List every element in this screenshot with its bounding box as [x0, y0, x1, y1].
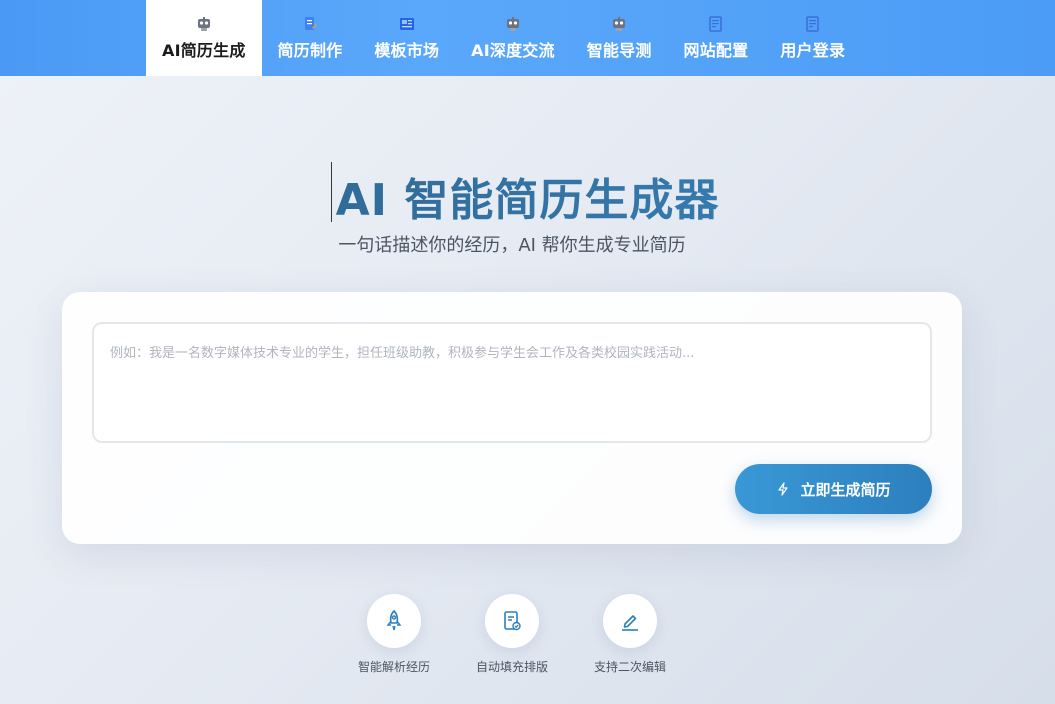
feature-icon-circle: [367, 594, 421, 648]
feature-auto-layout: 自动填充排版: [462, 594, 562, 675]
nav-label: AI深度交流: [471, 40, 555, 60]
generate-resume-button[interactable]: 立即生成简历: [735, 464, 932, 514]
experience-input[interactable]: 例如：我是一名数字媒体技术专业的学生，担任班级助教，积极参与学生会工作及各类校园…: [92, 322, 932, 443]
feature-re-edit: 支持二次编辑: [580, 594, 680, 675]
nav-label: 网站配置: [683, 40, 749, 60]
nav-item-site-config[interactable]: 网站配置: [668, 0, 765, 76]
lightning-icon: [778, 482, 789, 496]
nav-item-ai-resume[interactable]: AI简历生成: [146, 0, 262, 76]
feature-icon-circle: [485, 594, 539, 648]
pencil-icon: [622, 615, 638, 631]
feature-smart-parse: 智能解析经历: [344, 594, 444, 675]
nav-label: 用户登录: [780, 40, 846, 60]
nav-label: 简历制作: [277, 40, 343, 60]
robot-icon: [197, 16, 210, 31]
robot-icon: [613, 16, 626, 31]
nav-item-smart-guide[interactable]: 智能导测: [571, 0, 668, 76]
generator-card: 例如：我是一名数字媒体技术专业的学生，担任班级助教，积极参与学生会工作及各类校园…: [62, 292, 962, 544]
generate-button-label: 立即生成简历: [800, 480, 891, 499]
experience-input-placeholder: 例如：我是一名数字媒体技术专业的学生，担任班级助教，积极参与学生会工作及各类校园…: [110, 346, 695, 361]
template-icon: [399, 17, 414, 30]
nav-item-resume-make[interactable]: 简历制作: [262, 0, 359, 76]
nav-item-ai-chat[interactable]: AI深度交流: [455, 0, 571, 76]
top-navigation: AI简历生成 简历制作 模板市场 AI深度交流 智能导测 网站配置 用户登录: [0, 0, 1055, 76]
edit-doc-icon: [304, 16, 317, 30]
nav-label: 模板市场: [374, 40, 440, 60]
feature-label: 支持二次编辑: [593, 660, 666, 674]
rocket-icon: [386, 609, 402, 631]
feature-label: 智能解析经历: [357, 660, 430, 674]
feature-label: 自动填充排版: [475, 660, 548, 674]
nav-item-user-login[interactable]: 用户登录: [764, 0, 861, 76]
feature-list: 智能解析经历 自动填充排版 支持二次编辑: [0, 594, 1055, 684]
robot-icon: [506, 16, 519, 31]
login-doc-icon: [806, 15, 819, 32]
doc-check-icon: [504, 611, 521, 631]
nav-item-template-market[interactable]: 模板市场: [358, 0, 455, 76]
nav-label: 智能导测: [586, 40, 652, 60]
config-doc-icon: [709, 15, 722, 32]
nav-label: AI简历生成: [162, 40, 246, 60]
page-title: AI 智能简历生成器: [0, 164, 1055, 228]
page-subtitle: 一句话描述你的经历，AI 帮你生成专业简历: [338, 235, 686, 256]
feature-icon-circle: [603, 594, 657, 648]
